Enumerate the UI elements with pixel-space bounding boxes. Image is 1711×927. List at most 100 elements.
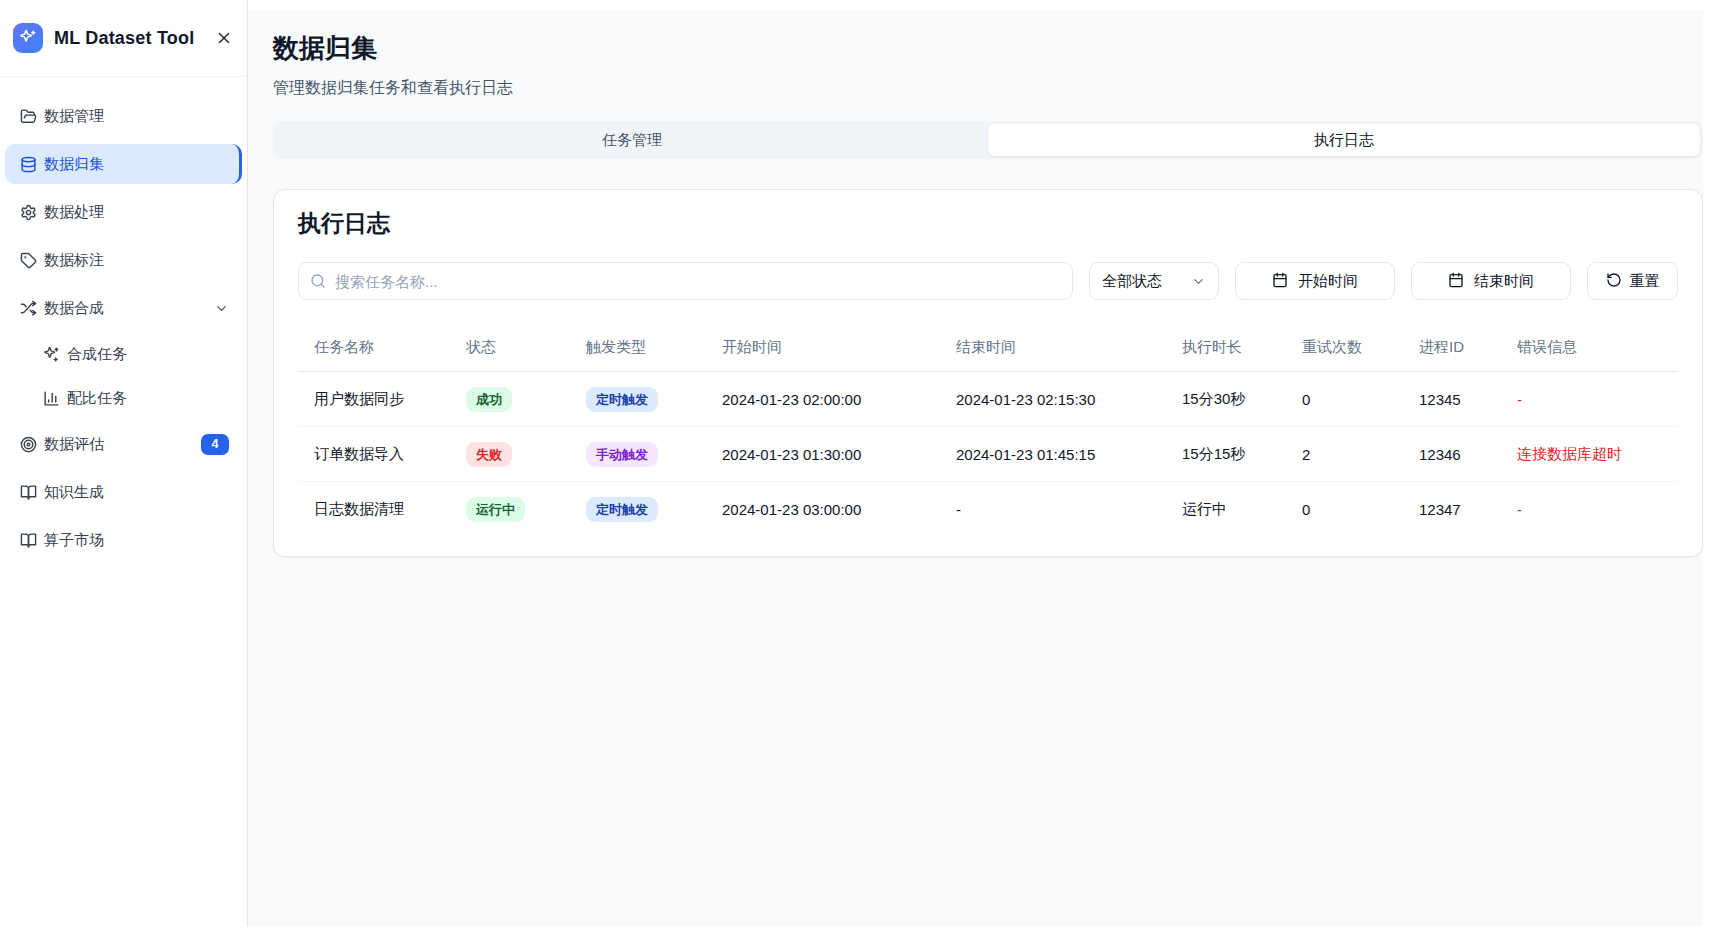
cell-start-time: 2024-01-23 03:00:00 bbox=[706, 501, 940, 518]
bar-chart-icon bbox=[42, 389, 60, 407]
cell-task-name: 订单数据导入 bbox=[298, 445, 450, 464]
tab-bar: 任务管理执行日志 bbox=[273, 121, 1703, 159]
page-subtitle: 管理数据归集任务和查看执行日志 bbox=[273, 78, 1703, 98]
chevron-down-icon bbox=[214, 301, 229, 316]
sidebar-item-label: 算子市场 bbox=[44, 531, 104, 550]
cell-trigger: 手动触发 bbox=[570, 442, 706, 467]
cell-pid: 12347 bbox=[1403, 501, 1501, 518]
cell-task-name: 日志数据清理 bbox=[298, 500, 450, 519]
cell-error: 连接数据库超时 bbox=[1501, 445, 1678, 464]
tab-0[interactable]: 任务管理 bbox=[276, 124, 988, 156]
cell-status: 失败 bbox=[450, 442, 570, 467]
column-header: 开始时间 bbox=[706, 338, 940, 357]
sidebar-item-label: 数据归集 bbox=[44, 155, 104, 174]
sidebar-item-label: 数据合成 bbox=[44, 299, 104, 318]
cell-start-time: 2024-01-23 01:30:00 bbox=[706, 446, 940, 463]
search-box bbox=[298, 262, 1073, 300]
status-filter-value: 全部状态 bbox=[1102, 272, 1162, 291]
cell-duration: 15分30秒 bbox=[1166, 390, 1286, 409]
sidebar-item-6[interactable]: 配比任务 bbox=[28, 380, 242, 416]
sidebar-item-label: 合成任务 bbox=[67, 345, 127, 364]
sparkles-icon bbox=[42, 345, 60, 363]
sidebar-item-3[interactable]: 数据标注 bbox=[5, 240, 242, 280]
rotate-ccw-icon bbox=[1606, 272, 1622, 291]
sidebar-item-2[interactable]: 数据处理 bbox=[5, 192, 242, 232]
column-header: 任务名称 bbox=[298, 338, 450, 357]
folder-icon bbox=[19, 107, 37, 125]
calendar-icon bbox=[1272, 272, 1288, 291]
panel-title: 执行日志 bbox=[298, 210, 1678, 236]
sidebar-item-5[interactable]: 合成任务 bbox=[28, 336, 242, 372]
sidebar-close-icon[interactable] bbox=[213, 27, 235, 49]
book-icon bbox=[19, 531, 37, 549]
sidebar-item-label: 数据评估 bbox=[44, 435, 104, 454]
table-row: 用户数据同步成功 定时触发 2024-01-23 02:00:002024-01-2… bbox=[298, 372, 1678, 427]
sidebar-item-label: 知识生成 bbox=[44, 483, 104, 502]
reset-button[interactable]: 重置 bbox=[1587, 262, 1678, 300]
trigger-badge: 定时触发 bbox=[586, 387, 658, 412]
trigger-badge: 手动触发 bbox=[586, 442, 658, 467]
column-header: 进程ID bbox=[1403, 338, 1501, 357]
end-time-button[interactable]: 结束时间 bbox=[1411, 262, 1571, 300]
sidebar: ML Dataset Tool 数据管理数据归集数据处理数据标注数据合成合成任务… bbox=[0, 0, 248, 927]
cell-start-time: 2024-01-23 02:00:00 bbox=[706, 391, 940, 408]
cell-duration: 15分15秒 bbox=[1166, 445, 1286, 464]
cell-pid: 12346 bbox=[1403, 446, 1501, 463]
logs-panel: 执行日志 全部状态 开始时间 结束时间 bbox=[273, 189, 1703, 557]
column-header: 触发类型 bbox=[570, 338, 706, 357]
sidebar-item-9[interactable]: 算子市场 bbox=[5, 520, 242, 560]
shuffle-icon bbox=[19, 299, 37, 317]
status-badge: 运行中 bbox=[466, 497, 525, 522]
cell-task-name: 用户数据同步 bbox=[298, 390, 450, 409]
tab-1[interactable]: 执行日志 bbox=[988, 124, 1700, 156]
sidebar-item-7[interactable]: 数据评估 4 bbox=[5, 424, 242, 464]
start-time-button[interactable]: 开始时间 bbox=[1235, 262, 1395, 300]
chevron-down-icon bbox=[1191, 274, 1206, 289]
app-logo-sparkles-icon bbox=[13, 23, 43, 53]
table-body: 用户数据同步成功定时触发2024-01-23 02:00:002024-01-2… bbox=[298, 372, 1678, 537]
status-filter-select[interactable]: 全部状态 bbox=[1089, 262, 1219, 300]
database-icon bbox=[19, 155, 37, 173]
cell-trigger: 定时触发 bbox=[570, 387, 706, 412]
table-row: 日志数据清理运行中定时触发2024-01-23 03:00:00-运行中0123… bbox=[298, 482, 1678, 537]
page-title: 数据归集 bbox=[273, 30, 1703, 66]
cell-duration: 运行中 bbox=[1166, 500, 1286, 519]
search-input[interactable] bbox=[298, 262, 1073, 300]
column-header: 执行时长 bbox=[1166, 338, 1286, 357]
cell-end-time: 2024-01-23 01:45:15 bbox=[940, 446, 1166, 463]
cell-pid: 12345 bbox=[1403, 391, 1501, 408]
cell-retries: 2 bbox=[1286, 446, 1403, 463]
target-icon bbox=[19, 435, 37, 453]
column-header: 错误信息 bbox=[1501, 338, 1678, 357]
cell-retries: 0 bbox=[1286, 391, 1403, 408]
cell-trigger: 定时触发 bbox=[570, 497, 706, 522]
sidebar-item-label: 数据标注 bbox=[44, 251, 104, 270]
count-badge: 4 bbox=[201, 434, 229, 455]
cell-error: - bbox=[1501, 501, 1678, 518]
cell-error: - bbox=[1501, 391, 1678, 408]
app-title: ML Dataset Tool bbox=[54, 28, 202, 49]
cell-end-time: 2024-01-23 02:15:30 bbox=[940, 391, 1166, 408]
tag-icon bbox=[19, 251, 37, 269]
column-header: 重试次数 bbox=[1286, 338, 1403, 357]
table-header: 任务名称状态触发类型开始时间结束时间执行时长重试次数进程ID错误信息 bbox=[298, 324, 1678, 372]
trigger-badge: 定时触发 bbox=[586, 497, 658, 522]
column-header: 状态 bbox=[450, 338, 570, 357]
sidebar-item-1[interactable]: 数据归集 bbox=[5, 144, 242, 184]
status-badge: 成功 bbox=[466, 387, 512, 412]
column-header: 结束时间 bbox=[940, 338, 1166, 357]
search-icon bbox=[310, 273, 326, 289]
sidebar-nav: 数据管理数据归集数据处理数据标注数据合成合成任务配比任务数据评估 4 知识生成算子市… bbox=[0, 77, 247, 587]
sidebar-item-label: 数据处理 bbox=[44, 203, 104, 222]
filter-row: 全部状态 开始时间 结束时间 重置 bbox=[298, 262, 1678, 300]
sidebar-item-4[interactable]: 数据合成 bbox=[5, 288, 242, 328]
cell-retries: 0 bbox=[1286, 501, 1403, 518]
cell-status: 运行中 bbox=[450, 497, 570, 522]
sidebar-item-0[interactable]: 数据管理 bbox=[5, 96, 242, 136]
sidebar-item-8[interactable]: 知识生成 bbox=[5, 472, 242, 512]
book-icon bbox=[19, 483, 37, 501]
table-row: 订单数据导入失败手动触发 2024-01-23 01:30:002024-01-2… bbox=[298, 427, 1678, 482]
app-root: ML Dataset Tool 数据管理数据归集数据处理数据标注数据合成合成任务… bbox=[0, 0, 1711, 927]
cell-end-time: - bbox=[940, 501, 1166, 518]
sidebar-item-label: 配比任务 bbox=[67, 389, 127, 408]
